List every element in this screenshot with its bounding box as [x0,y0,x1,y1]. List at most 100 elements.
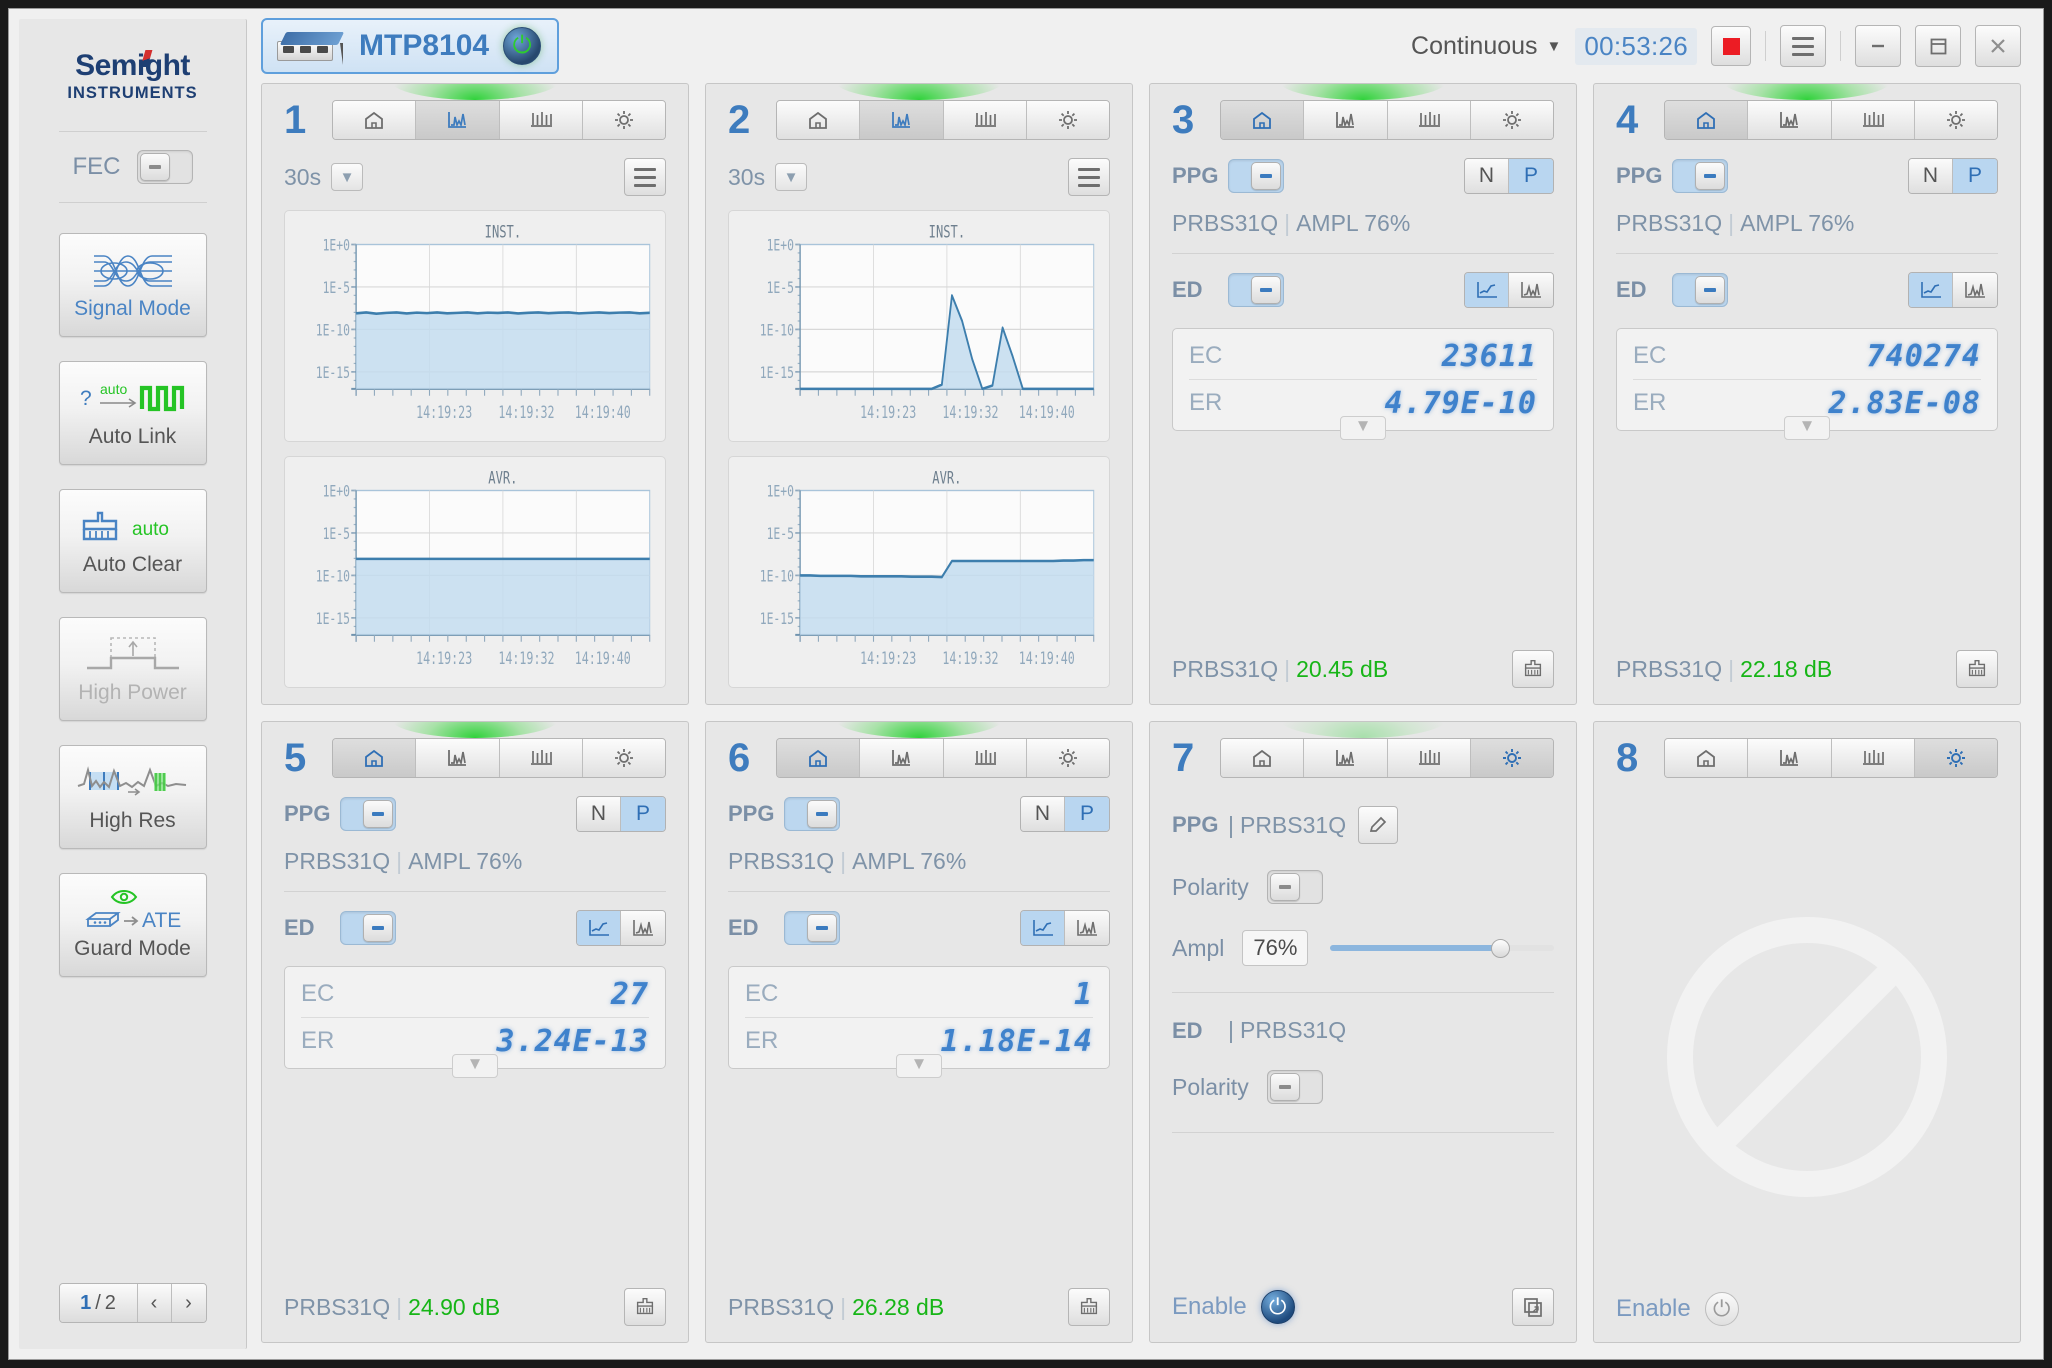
tab-settings[interactable] [582,101,665,139]
copy-settings-button[interactable] [1512,1288,1554,1326]
tab-chart[interactable] [1304,101,1388,139]
duration-selector[interactable]: 30s ▼ [728,163,808,191]
tab-histogram[interactable] [943,101,1027,139]
tab-settings[interactable] [1026,739,1109,777]
tab-histogram[interactable] [499,739,583,777]
tab-chart[interactable] [860,739,944,777]
ppg-toggle[interactable] [340,797,396,831]
run-mode-dropdown[interactable]: Continuous ▼ [1411,32,1561,61]
sidebar-item-auto-link[interactable]: ? auto Auto Link [58,361,207,465]
ed-view-trend[interactable] [577,911,621,945]
ppg-toggle[interactable] [784,797,840,831]
tab-home[interactable] [333,101,417,139]
polarity-option-p[interactable]: P [1065,797,1109,831]
edit-ppg-pattern-button[interactable] [1358,806,1399,844]
polarity-option-p[interactable]: P [1953,159,1997,193]
clear-errors-button[interactable] [624,1288,666,1326]
expand-meter-button[interactable]: ▼ [1340,416,1386,440]
ed-toggle[interactable] [1228,273,1284,307]
ed-view-peak[interactable] [1509,273,1553,307]
tab-histogram[interactable] [943,739,1027,777]
polarity-option-p[interactable]: P [1509,159,1553,193]
ed-view-peak[interactable] [621,911,665,945]
ampl-slider[interactable] [1330,937,1554,959]
chart-avr[interactable]: 1E+0 1E-5 1E-10 1E-15 AVR. 14:19:23 14:19:32 14… [728,456,1110,688]
enable-power-button[interactable]: ⏻ [1260,1290,1295,1324]
polarity-option-n[interactable]: N [1909,159,1953,193]
list-icon [634,167,656,187]
next-page-button[interactable]: › [171,1284,206,1322]
tab-histogram[interactable] [1387,739,1471,777]
tab-home[interactable] [777,739,861,777]
ed-view-trend[interactable] [1021,911,1065,945]
tab-chart[interactable] [1748,101,1832,139]
clear-errors-button[interactable] [1068,1288,1110,1326]
ppg-polarity-toggle[interactable] [1266,870,1323,904]
tab-histogram[interactable] [499,101,583,139]
tab-settings[interactable] [1914,739,1997,777]
tab-histogram[interactable] [1831,739,1915,777]
ppg-toggle[interactable] [1228,159,1284,193]
expand-meter-button[interactable]: ▼ [1784,416,1830,440]
ed-view-peak[interactable] [1065,911,1109,945]
tab-settings[interactable] [1914,101,1997,139]
polarity-option-n[interactable]: N [1021,797,1065,831]
menu-button[interactable] [1780,25,1826,67]
tab-settings[interactable] [1470,101,1553,139]
polarity-option-n[interactable]: N [577,797,621,831]
ed-view-trend[interactable] [1465,273,1509,307]
ed-toggle[interactable] [784,911,840,945]
restore-button[interactable] [1915,25,1961,67]
chart-menu-button[interactable] [624,158,666,196]
tab-chart[interactable] [1304,739,1388,777]
chart-inst[interactable]: 1E+0 1E-5 1E-10 1E-15 INST. 14:19:23 14:19:32 1… [728,210,1110,442]
ed-toggle[interactable] [1672,273,1728,307]
tab-home[interactable] [1221,101,1305,139]
clear-errors-button[interactable] [1956,650,1998,688]
sidebar-item-signal-mode[interactable]: Signal Mode [58,233,207,337]
tab-chart[interactable] [416,739,500,777]
clear-errors-button[interactable] [1512,650,1554,688]
expand-meter-button[interactable]: ▼ [452,1054,498,1078]
tab-chart[interactable] [860,101,944,139]
chevron-down-icon[interactable]: ▼ [331,163,364,191]
device-tab[interactable]: MTP8104 ⏻ [261,18,560,74]
chart-avr[interactable]: 1E+0 1E-5 1E-10 1E-15 AVR. 14:19:23 14:19:32 14… [284,456,666,688]
chart-menu-button[interactable] [1068,158,1110,196]
duration-selector[interactable]: 30s ▼ [284,163,364,191]
ppg-toggle[interactable] [1672,159,1728,193]
sidebar-item-high-power[interactable]: High Power [58,617,207,721]
tab-settings[interactable] [1470,739,1553,777]
enable-power-button[interactable]: ⏻ [1704,1292,1739,1326]
ampl-value-field[interactable]: 76% [1242,930,1309,966]
expand-meter-button[interactable]: ▼ [896,1054,942,1078]
tab-histogram[interactable] [1831,101,1915,139]
tab-chart[interactable] [416,101,500,139]
power-icon[interactable]: ⏻ [503,27,542,65]
close-button[interactable] [1975,25,2021,67]
prev-page-button[interactable]: ‹ [137,1284,172,1322]
tab-histogram[interactable] [1387,101,1471,139]
ed-polarity-toggle[interactable] [1266,1070,1323,1104]
ed-toggle[interactable] [340,911,396,945]
chevron-down-icon[interactable]: ▼ [775,163,808,191]
stop-button[interactable] [1711,26,1751,66]
tab-home[interactable] [777,101,861,139]
ed-view-peak[interactable] [1953,273,1997,307]
tab-settings[interactable] [582,739,665,777]
polarity-option-p[interactable]: P [621,797,665,831]
sidebar-item-guard-mode[interactable]: ATE Guard Mode [58,873,207,977]
tab-home[interactable] [1665,739,1749,777]
tab-settings[interactable] [1026,101,1109,139]
polarity-option-n[interactable]: N [1465,159,1509,193]
tab-home[interactable] [1665,101,1749,139]
chart-inst[interactable]: 1E+0 1E-5 1E-10 1E-15 INST. 14:19:23 14:19:32 1… [284,210,666,442]
sidebar-item-high-res[interactable]: High Res [58,745,207,849]
ed-view-trend[interactable] [1909,273,1953,307]
tab-home[interactable] [333,739,417,777]
minimize-button[interactable] [1855,25,1901,67]
fec-toggle[interactable] [136,150,193,184]
tab-home[interactable] [1221,739,1305,777]
sidebar-item-auto-clear[interactable]: auto Auto Clear [58,489,207,593]
tab-chart[interactable] [1748,739,1832,777]
